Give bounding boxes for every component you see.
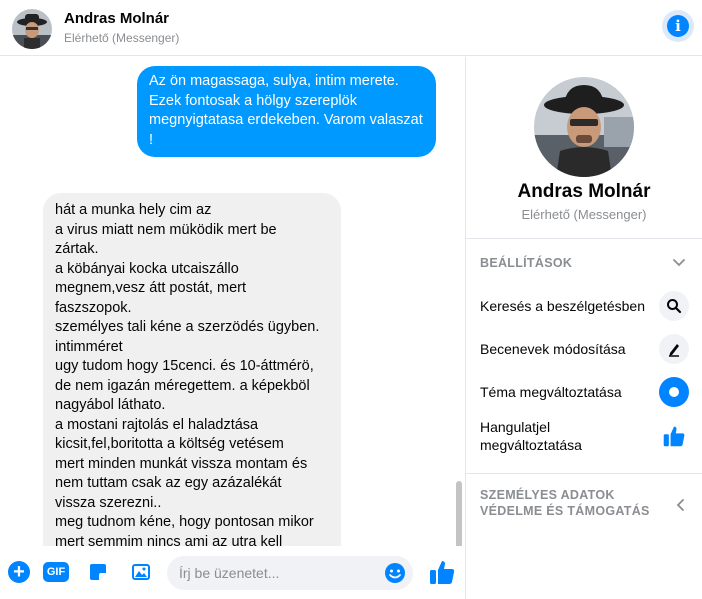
message-line: személyes tali kéne a szerzödés ügyben. <box>55 319 320 335</box>
message-line: mert minden munkát vissza montam és <box>55 455 308 472</box>
outgoing-message[interactable]: Az ön magassaga, sulya, intim merete. Ez… <box>137 66 436 157</box>
search-in-conversation[interactable]: Keresés a beszélgetésben <box>466 286 702 326</box>
divider <box>466 238 702 239</box>
edit-nicknames[interactable]: Becenevek módosítása <box>466 329 702 369</box>
contact-name[interactable]: Andras Molnár <box>64 10 169 27</box>
privacy-support-header[interactable]: SZEMÉLYES ADATOK VÉDELME ÉS TÁMOGATÁS <box>480 487 660 519</box>
gif-icon: GIF <box>43 562 69 582</box>
avatar[interactable] <box>12 9 52 49</box>
sticker-button[interactable] <box>86 560 110 584</box>
conversation-header: Andras Molnár Elérhető (Messenger) i <box>0 0 702 56</box>
message-line: kicsit,fel,boritotta a költség vetésem <box>55 436 284 452</box>
profile-photo[interactable] <box>534 77 634 177</box>
change-theme[interactable]: Téma megváltoztatása <box>466 372 702 412</box>
message-line: megnem,vesz átt postát, mert <box>55 280 246 296</box>
message-line: a köbányai kocka utcaiszállo <box>55 260 239 277</box>
message-line: a virus miatt nem müködik mert be <box>55 221 277 238</box>
chevron-left-icon[interactable] <box>674 498 688 512</box>
pencil-icon <box>659 334 689 364</box>
message-line: meg tudnom kéne, hogy pontosan mikor <box>55 514 314 530</box>
gif-button[interactable]: GIF <box>42 560 70 584</box>
search-icon <box>659 291 689 321</box>
message-line: zártak. <box>55 241 99 257</box>
message-line: intimméret <box>55 338 123 355</box>
message-line: faszszopok. <box>55 299 132 316</box>
message-input[interactable] <box>167 556 413 590</box>
message-line: vissza szerezni.. <box>55 494 162 511</box>
composer: + GIF <box>0 546 465 599</box>
message-line: mert semmim nincs ami az utra kell <box>55 533 283 547</box>
plus-icon: + <box>8 561 30 583</box>
image-icon <box>132 564 150 580</box>
message-line: de nem igazán méregettem. a képekböl <box>55 377 310 394</box>
profile-status: Elérhető (Messenger) <box>521 207 647 222</box>
row-label: Keresés a beszélgetésben <box>480 298 645 314</box>
message-line: ugy tudom hogy 15cenci. és 10-áttmérö, <box>55 358 314 374</box>
smiley-icon <box>385 563 405 583</box>
contact-status: Elérhető (Messenger) <box>64 31 180 45</box>
info-button[interactable]: i <box>662 10 694 42</box>
conversation-details-panel: Andras Molnár Elérhető (Messenger) BEÁLL… <box>466 57 702 599</box>
row-label: Téma megváltoztatása <box>480 384 622 400</box>
chevron-down-icon[interactable] <box>672 256 686 270</box>
scrollbar[interactable] <box>456 481 462 546</box>
add-button[interactable]: + <box>7 560 31 584</box>
divider <box>466 473 702 474</box>
row-label: Becenevek módosítása <box>480 341 626 357</box>
message-list[interactable]: Az ön magassaga, sulya, intim merete. Ez… <box>0 57 465 546</box>
row-label: Hangulatjel megváltoztatása <box>480 419 582 453</box>
sticker-icon <box>90 564 106 580</box>
message-line: nem tuttam csak az egy azázalékát <box>55 475 282 491</box>
like-button[interactable] <box>428 558 456 586</box>
message-line: a mostani rajtolás el haladztása <box>55 416 259 433</box>
photo-button[interactable] <box>129 560 153 584</box>
thumbs-up-icon <box>430 561 455 584</box>
profile-name[interactable]: Andras Molnár <box>466 181 702 203</box>
thumbs-up-icon <box>659 421 689 451</box>
incoming-message[interactable]: hát a munka hely cim az a virus miatt ne… <box>43 193 341 546</box>
theme-icon <box>659 377 689 407</box>
message-line: nagyábol láthato. <box>55 397 166 413</box>
emoji-button[interactable] <box>384 562 406 584</box>
settings-header[interactable]: BEÁLLÍTÁSOK <box>480 255 572 271</box>
change-emoji[interactable]: Hangulatjel megváltoztatása <box>466 415 702 459</box>
info-icon: i <box>667 15 689 37</box>
message-line: hát a munka hely cim az <box>55 202 212 218</box>
